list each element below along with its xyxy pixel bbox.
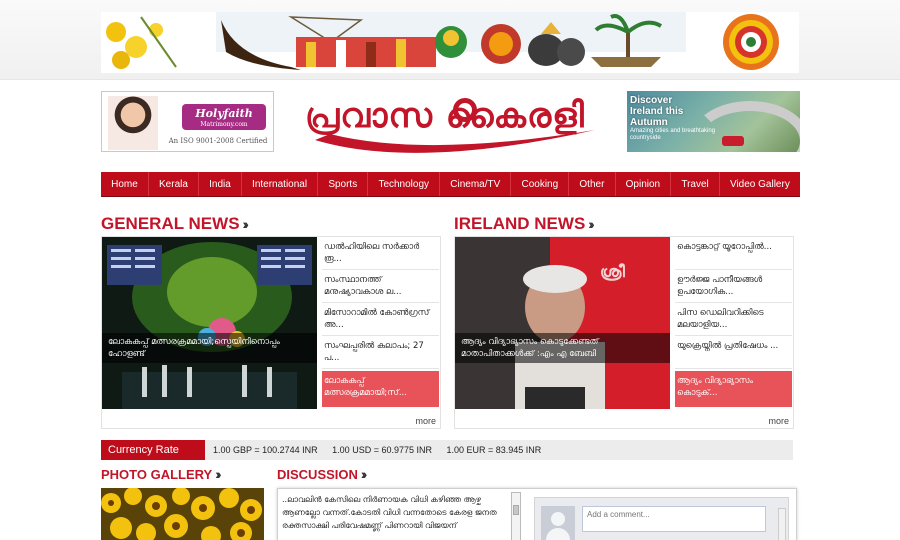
general-news-box: ലോകകപ്പ് മത്സരക്രമമായി;സ്പെയിനിനൊപ്പം ഹോ… xyxy=(101,236,441,429)
nav-international[interactable]: International xyxy=(242,172,319,196)
facebook-comment-panel: Add a comment... xyxy=(534,497,789,540)
page: Holyfaith Matrimony.com An ISO 9001-2008 … xyxy=(0,0,900,540)
site-logo[interactable]: പ്രവാസ കൈരളി xyxy=(295,90,605,160)
photo-gallery-image[interactable] xyxy=(101,488,264,540)
logo-text: പ്രവാസ കൈരളി xyxy=(305,96,585,136)
nav-cooking[interactable]: Cooking xyxy=(511,172,570,196)
nav-travel[interactable]: Travel xyxy=(671,172,720,196)
list-item[interactable]: യുക്രെയ്നിൽ പ്രതിഷേധം ... xyxy=(675,336,792,369)
general-news-caption[interactable]: ലോകകപ്പ് മത്സരക്രമമായി;സ്പെയിനിനൊപ്പം ഹോ… xyxy=(102,333,317,363)
double-chevron-icon: ›› xyxy=(215,466,222,482)
svg-text:ശ്രീ: ശ്രീ xyxy=(600,262,625,282)
holyfaith-logo: Holyfaith Matrimony.com xyxy=(182,104,266,130)
discussion-scrollbar[interactable] xyxy=(511,492,521,540)
currency-rate-label: Currency Rate xyxy=(101,440,205,460)
comment-scrollbar[interactable] xyxy=(778,508,786,540)
nav-other[interactable]: Other xyxy=(569,172,616,196)
ireland-news-heading[interactable]: IRELAND NEWS ›› xyxy=(454,214,595,234)
discussion-heading[interactable]: DISCUSSION ›› xyxy=(277,466,368,482)
nav-sports[interactable]: Sports xyxy=(318,172,369,196)
ireland-news-more-link[interactable]: more xyxy=(768,416,789,426)
list-item[interactable]: മിസോറാമിൽ കോൺഗ്രസ് അ... xyxy=(322,303,439,336)
list-item-active[interactable]: ലോകകപ്പ് മത്സരക്രമമായി;സ്... xyxy=(322,371,439,407)
discussion-box: ..ലാവലിൻ കേസിലെ നിർണായക വിധി കഴിഞ്ഞ ആഴ്ച… xyxy=(277,488,797,540)
general-news-heading[interactable]: GENERAL NEWS ›› xyxy=(101,214,250,234)
currency-rates-ticker: 1.00 GBP = 100.2744 INR 1.00 USD = 60.97… xyxy=(213,440,553,460)
ireland-news-featured-image[interactable]: ശ്രീ ആദ്യം വിദ്യാഭ്യാസം കൊടുക്കേണ്ടത് മാ… xyxy=(455,237,670,409)
nav-opinion[interactable]: Opinion xyxy=(616,172,672,196)
nav-video-gallery[interactable]: Video Gallery xyxy=(720,172,800,196)
ad-model-photo xyxy=(108,96,158,150)
avatar xyxy=(541,506,575,540)
double-chevron-icon: ›› xyxy=(242,216,250,232)
comment-input[interactable]: Add a comment... xyxy=(582,506,766,532)
photo-gallery-heading[interactable]: PHOTO GALLERY ›› xyxy=(101,466,222,482)
holyfaith-matrimony-ad[interactable]: Holyfaith Matrimony.com An ISO 9001-2008 … xyxy=(101,91,274,152)
list-item-active[interactable]: ആദ്യം വിദ്യാഭ്യാസം കൊടുക്... xyxy=(675,371,792,407)
general-news-list: ഡൽഹിയിലെ സർക്കാർ രൂ... സംസ്ഥാനത്ത് മനുഷ്… xyxy=(322,237,439,407)
list-item[interactable]: പിസ ഡെലിവറിക്കിടെ മലയാളിയ... xyxy=(675,303,792,336)
rate-gbp: 1.00 GBP = 100.2744 INR xyxy=(213,445,318,455)
ireland-ad-sub: Amazing cities and breathtaking countrys… xyxy=(630,128,716,141)
ireland-news-box: ശ്രീ ആദ്യം വിദ്യാഭ്യാസം കൊടുക്കേണ്ടത് മാ… xyxy=(454,236,794,429)
list-item[interactable]: കൊട്ടങ്കാറ്റ് യൂറോപ്പിൽ... xyxy=(675,237,792,270)
discussion-text: ..ലാവലിൻ കേസിലെ നിർണായക വിധി കഴിഞ്ഞ ആഴ്ച… xyxy=(282,495,497,530)
general-news-more-link[interactable]: more xyxy=(415,416,436,426)
ireland-ad-headline: Discover Ireland this Autumn xyxy=(630,95,684,128)
list-item[interactable]: സംഘപ്പരിൽ കലാപം; 27 പ... xyxy=(322,336,439,369)
car-graphic xyxy=(722,136,744,146)
currency-rate-bar: Currency Rate 1.00 GBP = 100.2744 INR 1.… xyxy=(101,440,793,460)
nav-kerala[interactable]: Kerala xyxy=(149,172,200,196)
top-banner xyxy=(0,0,900,80)
nav-cinema-tv[interactable]: Cinema/TV xyxy=(440,172,512,196)
list-item[interactable]: ഡൽഹിയിലെ സർക്കാർ രൂ... xyxy=(322,237,439,270)
double-chevron-icon: ›› xyxy=(360,466,368,482)
nav-technology[interactable]: Technology xyxy=(368,172,441,196)
list-item[interactable]: സംസ്ഥാനത്ത് മനുഷ്യാവകാശ ല... xyxy=(322,270,439,303)
nav-india[interactable]: India xyxy=(199,172,242,196)
road-graphic xyxy=(690,101,800,152)
double-chevron-icon: ›› xyxy=(588,216,595,232)
kerala-festival-banner-image xyxy=(101,12,799,73)
scroll-thumb[interactable] xyxy=(513,505,519,515)
discover-ireland-ad[interactable]: Discover Ireland this Autumn Amazing cit… xyxy=(627,91,800,152)
list-item[interactable]: ഊർജ്ജ പാനീയങ്ങൾ ഉപയോഗിക... xyxy=(675,270,792,303)
rate-eur: 1.00 EUR = 83.945 INR xyxy=(446,445,542,455)
main-nav: Home Kerala India International Sports T… xyxy=(101,172,800,197)
ireland-news-caption[interactable]: ആദ്യം വിദ്യാഭ്യാസം കൊടുക്കേണ്ടത് മാതാപിത… xyxy=(455,333,670,363)
rate-usd: 1.00 USD = 60.9775 INR xyxy=(332,445,432,455)
nav-home[interactable]: Home xyxy=(101,172,149,196)
general-news-featured-image[interactable]: ലോകകപ്പ് മത്സരക്രമമായി;സ്പെയിനിനൊപ്പം ഹോ… xyxy=(102,237,317,409)
ireland-news-list: കൊട്ടങ്കാറ്റ് യൂറോപ്പിൽ... ഊർജ്ജ പാനീയങ്… xyxy=(675,237,792,407)
iso-certified-text: An ISO 9001-2008 Certified xyxy=(168,137,268,145)
